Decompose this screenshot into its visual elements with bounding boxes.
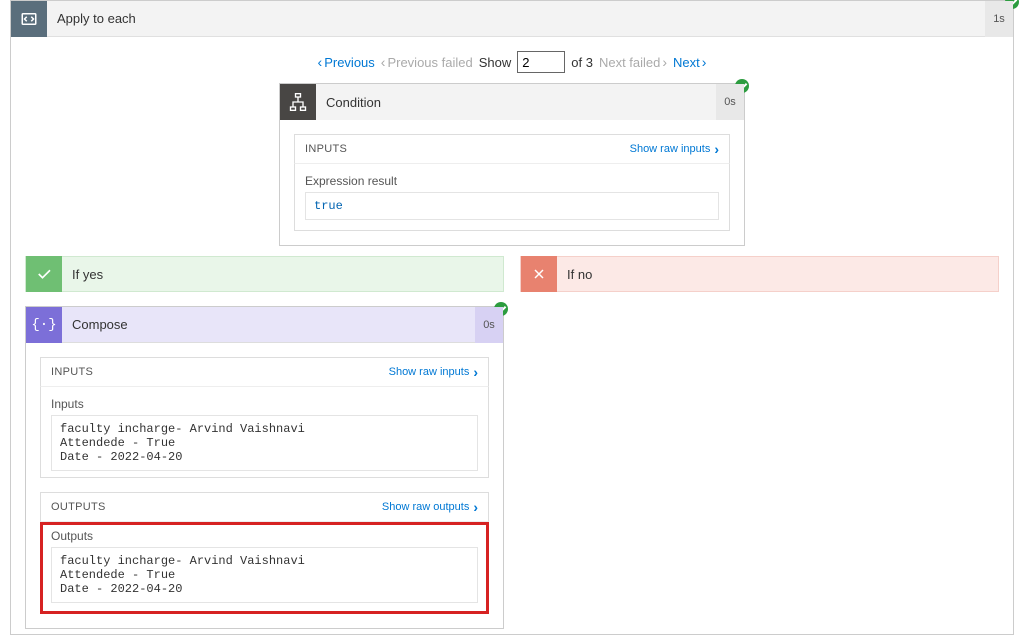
condition-duration: 0s — [716, 84, 744, 120]
if-yes-title: If yes — [62, 267, 103, 282]
apply-to-each-title: Apply to each — [47, 11, 136, 26]
next-failed-link[interactable]: Next failed › — [599, 54, 667, 70]
show-raw-inputs-label: Show raw inputs — [630, 143, 711, 155]
if-yes-header[interactable]: If yes — [25, 256, 504, 292]
chevron-left-icon: ‹ — [381, 54, 386, 70]
chevron-left-icon: ‹ — [318, 54, 323, 70]
if-no-header[interactable]: If no — [520, 256, 999, 292]
inputs-label: Inputs — [51, 397, 478, 411]
condition-inputs-header: INPUTS Show raw inputs › — [294, 134, 730, 164]
show-raw-outputs-link[interactable]: Show raw outputs › — [382, 499, 478, 515]
show-raw-inputs-link[interactable]: Show raw inputs › — [389, 364, 478, 380]
show-label: Show — [479, 55, 512, 70]
close-icon — [521, 256, 557, 292]
if-no-title: If no — [557, 267, 592, 282]
condition-header[interactable]: Condition 0s — [280, 84, 744, 120]
compose-icon: {·} — [26, 307, 62, 343]
chevron-right-icon: › — [473, 364, 478, 380]
next-failed-label: Next failed — [599, 55, 660, 70]
condition-card: Condition 0s INPUTS Show raw inputs › Ex… — [279, 83, 745, 246]
inputs-label: INPUTS — [305, 143, 347, 155]
chevron-right-icon: › — [473, 499, 478, 515]
compose-header[interactable]: {·} Compose 0s — [26, 307, 503, 343]
previous-link[interactable]: ‹ Previous — [318, 54, 375, 70]
next-label: Next — [673, 55, 700, 70]
expression-result-label: Expression result — [305, 174, 719, 188]
loop-icon — [11, 1, 47, 37]
apply-duration: 1s — [985, 1, 1013, 37]
condition-title: Condition — [316, 95, 381, 110]
condition-icon — [280, 84, 316, 120]
compose-outputs-content: Outputs faculty incharge- Arvind Vaishna… — [40, 522, 489, 614]
compose-inputs-header: INPUTS Show raw inputs › — [40, 357, 489, 387]
show-raw-inputs-label: Show raw inputs — [389, 366, 470, 378]
apply-to-each-card: Apply to each 1s ‹ Previous ‹ Previous f… — [10, 0, 1014, 635]
check-icon — [26, 256, 62, 292]
compose-body: INPUTS Show raw inputs › Inputs faculty … — [26, 343, 503, 628]
iteration-input[interactable] — [517, 51, 565, 73]
compose-duration: 0s — [475, 307, 503, 343]
condition-inputs-content: Expression result true — [294, 164, 730, 231]
chevron-right-icon: › — [702, 54, 707, 70]
show-raw-outputs-label: Show raw outputs — [382, 501, 469, 513]
compose-title: Compose — [62, 317, 128, 332]
if-no-branch: If no — [520, 256, 999, 629]
previous-failed-label: Previous failed — [387, 55, 472, 70]
inputs-header-label: INPUTS — [51, 366, 93, 378]
branches-row: If yes {·} Compose 0s INPUTS Show raw in… — [11, 256, 1013, 629]
of-label: of 3 — [571, 55, 593, 70]
outputs-label: Outputs — [51, 529, 478, 543]
chevron-right-icon: › — [714, 141, 719, 157]
iteration-pager: ‹ Previous ‹ Previous failed Show of 3 N… — [11, 37, 1013, 83]
outputs-header-label: OUTPUTS — [51, 501, 106, 513]
compose-outputs-header: OUTPUTS Show raw outputs › — [40, 492, 489, 522]
compose-outputs-value: faculty incharge- Arvind Vaishnavi Atten… — [51, 547, 478, 603]
compose-inputs-content: Inputs faculty incharge- Arvind Vaishnav… — [40, 387, 489, 478]
compose-card: {·} Compose 0s INPUTS Show raw inputs › … — [25, 306, 504, 629]
condition-body: INPUTS Show raw inputs › Expression resu… — [280, 120, 744, 245]
apply-to-each-header[interactable]: Apply to each 1s — [11, 1, 1013, 37]
compose-inputs-value: faculty incharge- Arvind Vaishnavi Atten… — [51, 415, 478, 471]
if-yes-branch: If yes {·} Compose 0s INPUTS Show raw in… — [25, 256, 504, 629]
show-raw-inputs-link[interactable]: Show raw inputs › — [630, 141, 719, 157]
previous-label: Previous — [324, 55, 375, 70]
expression-result-value: true — [305, 192, 719, 220]
chevron-right-icon: › — [662, 54, 667, 70]
previous-failed-link[interactable]: ‹ Previous failed — [381, 54, 473, 70]
next-link[interactable]: Next › — [673, 54, 706, 70]
